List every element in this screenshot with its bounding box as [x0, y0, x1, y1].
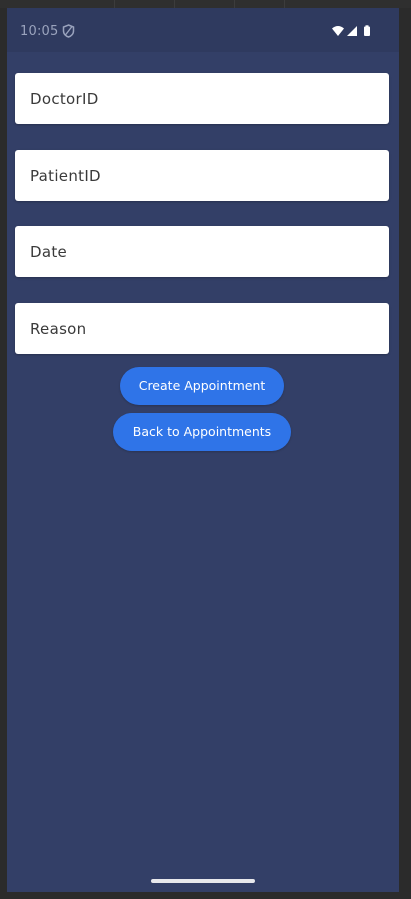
reason-input[interactable] [15, 303, 389, 354]
status-bar: 10:05 [7, 8, 399, 52]
phone-screen: 10:05 Create Appointment Back t [7, 8, 399, 892]
date-field[interactable] [15, 226, 389, 277]
wifi-icon [332, 26, 344, 36]
status-icons [332, 25, 370, 36]
patient-id-input[interactable] [15, 150, 389, 201]
battery-icon [364, 26, 370, 36]
reason-field[interactable] [15, 303, 389, 354]
doctor-id-input[interactable] [15, 73, 389, 124]
shield-icon [62, 24, 75, 38]
window-top-edge [0, 0, 411, 8]
home-indicator[interactable] [151, 879, 255, 883]
doctor-id-field[interactable] [15, 73, 389, 124]
back-to-appointments-button[interactable]: Back to Appointments [113, 413, 291, 451]
status-time: 10:05 [20, 24, 59, 39]
patient-id-field[interactable] [15, 150, 389, 201]
create-appointment-button[interactable]: Create Appointment [120, 367, 284, 405]
device-frame: 10:05 Create Appointment Back t [0, 0, 411, 899]
date-input[interactable] [15, 226, 389, 277]
signal-icon [347, 26, 357, 36]
